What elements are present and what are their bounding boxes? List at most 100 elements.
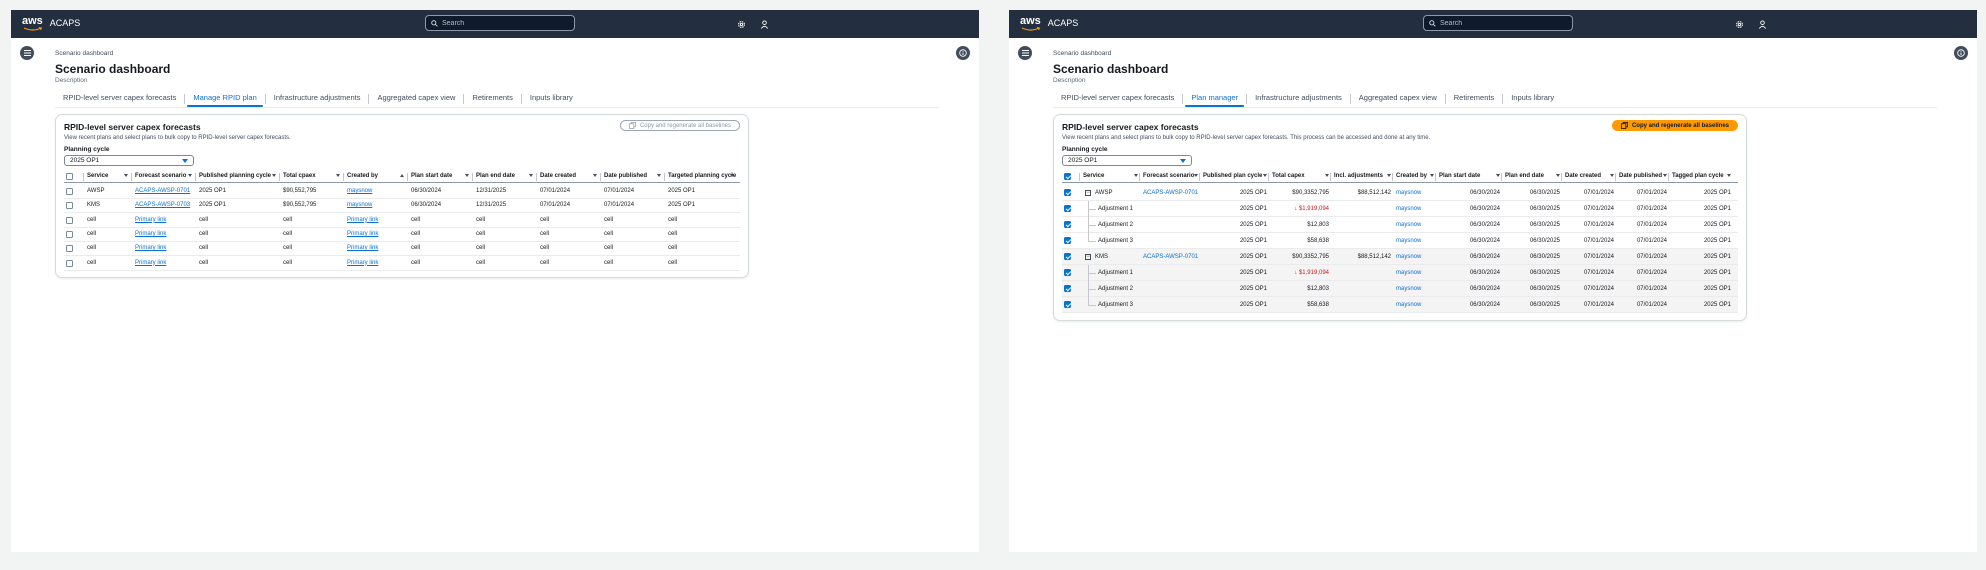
row-checkbox[interactable] — [66, 188, 73, 195]
column-header[interactable]: Tagged plan cycle — [1671, 173, 1735, 179]
menu-hamburger-icon[interactable] — [20, 46, 34, 60]
column-header[interactable]: Total capex — [1271, 173, 1333, 179]
sort-icon[interactable] — [272, 174, 276, 177]
sort-icon[interactable] — [1263, 174, 1267, 177]
column-header[interactable]: Forecast scenario — [1142, 173, 1202, 179]
column-header[interactable]: Created by — [346, 173, 410, 179]
row-checkbox[interactable] — [66, 216, 73, 224]
row-checkbox[interactable] — [66, 202, 73, 210]
row-checkbox[interactable] — [1064, 237, 1071, 244]
tab-2[interactable]: Infrastructure adjustments — [1247, 90, 1350, 107]
row-checkbox[interactable] — [1064, 301, 1071, 308]
table-cell-link[interactable]: maysnow — [1396, 254, 1421, 260]
row-checkbox[interactable] — [1064, 285, 1071, 292]
column-header[interactable]: Date created — [539, 173, 603, 179]
user-profile-icon[interactable] — [758, 18, 770, 30]
tab-2[interactable]: Infrastructure adjustments — [266, 90, 369, 107]
tab-3[interactable]: Aggregated capex view — [369, 90, 463, 107]
sort-icon[interactable] — [465, 174, 469, 177]
tab-5[interactable]: Inputs library — [1503, 90, 1562, 107]
info-icon[interactable] — [956, 46, 970, 60]
sort-icon[interactable] — [1556, 174, 1560, 177]
row-checkbox[interactable] — [1064, 269, 1071, 276]
column-header[interactable]: Published planning cycle — [198, 173, 282, 179]
planning-cycle-select[interactable]: 2025 OP1 — [64, 155, 194, 166]
sort-icon[interactable] — [529, 174, 533, 177]
sort-icon[interactable] — [1727, 174, 1731, 177]
sort-icon[interactable] — [336, 174, 340, 177]
sort-icon[interactable] — [1194, 174, 1198, 177]
sort-icon[interactable] — [1496, 174, 1500, 177]
column-header[interactable]: Service — [86, 173, 134, 179]
breadcrumb[interactable]: Scenario dashboard — [55, 50, 113, 57]
planning-cycle-select[interactable]: 2025 OP1 — [1062, 155, 1192, 166]
row-checkbox[interactable] — [66, 245, 73, 253]
select-all-checkbox[interactable] — [1064, 173, 1071, 180]
table-cell-link[interactable]: maysnow — [1396, 190, 1421, 196]
column-header[interactable]: Date published — [603, 173, 667, 179]
column-header[interactable]: Incl. adjustments — [1333, 173, 1395, 179]
table-cell-link[interactable]: Primary link — [347, 231, 378, 237]
column-header[interactable]: Published plan cycle — [1202, 173, 1271, 179]
sort-icon[interactable] — [1430, 174, 1434, 177]
sort-icon[interactable] — [1325, 174, 1329, 177]
tab-1[interactable]: Plan manager — [1183, 90, 1246, 107]
tab-4[interactable]: Retirements — [1446, 90, 1502, 107]
table-cell-link[interactable]: maysnow — [347, 202, 372, 208]
sort-icon[interactable] — [657, 174, 661, 177]
table-cell-link[interactable]: maysnow — [347, 188, 372, 194]
brand[interactable]: aws ACAPS — [1020, 15, 1078, 31]
sort-icon[interactable] — [1387, 174, 1391, 177]
sort-icon[interactable] — [1134, 174, 1138, 177]
column-header[interactable]: Plan start date — [1438, 173, 1504, 179]
search-box[interactable] — [425, 15, 575, 31]
search-input[interactable] — [1440, 19, 1560, 27]
column-header[interactable]: Created by — [1395, 173, 1438, 179]
column-header[interactable]: Plan end date — [1504, 173, 1564, 179]
sort-icon[interactable] — [1610, 174, 1614, 177]
row-checkbox[interactable] — [1064, 253, 1071, 260]
table-cell-link[interactable]: maysnow — [1396, 302, 1421, 308]
table-cell-link[interactable]: maysnow — [1396, 238, 1421, 244]
collapse-minus-icon[interactable]: − — [1085, 253, 1091, 260]
row-checkbox[interactable] — [1064, 221, 1071, 228]
table-cell-link[interactable]: ACAPS-AWSP-0701 — [1143, 190, 1198, 196]
copy-regenerate-button[interactable]: Copy and regenerate all baselines — [1611, 120, 1738, 131]
brand[interactable]: aws ACAPS — [22, 15, 80, 31]
copy-regenerate-button[interactable]: Copy and regenerate all baselines — [619, 120, 740, 131]
column-header[interactable]: Date created — [1564, 173, 1618, 179]
tab-1[interactable]: Manage RPID plan — [185, 90, 264, 107]
table-cell-link[interactable]: ACAPS-AWSP-0703 — [135, 202, 190, 208]
table-cell-link[interactable]: Primary link — [347, 217, 378, 223]
column-header[interactable]: Plan start date — [410, 173, 475, 179]
select-all-checkbox[interactable] — [66, 173, 73, 180]
table-cell-link[interactable]: Primary link — [135, 231, 166, 237]
table-cell-link[interactable]: ACAPS-AWSP-0701 — [135, 188, 190, 194]
table-cell-link[interactable]: Primary link — [347, 260, 378, 266]
sort-icon[interactable] — [124, 174, 128, 177]
tab-5[interactable]: Inputs library — [522, 90, 581, 107]
table-cell-link[interactable]: Primary link — [135, 260, 166, 266]
row-checkbox[interactable] — [1064, 205, 1071, 212]
sort-icon[interactable] — [188, 174, 192, 177]
tab-0[interactable]: RPID-level server capex forecasts — [1053, 90, 1182, 107]
column-header[interactable]: Targeted planning cycle — [667, 173, 740, 179]
column-header[interactable]: Total cpaex — [282, 173, 346, 179]
sort-ascending-icon[interactable] — [400, 174, 404, 177]
table-cell-link[interactable]: maysnow — [1396, 286, 1421, 292]
sort-icon[interactable] — [1663, 174, 1667, 177]
breadcrumb[interactable]: Scenario dashboard — [1053, 50, 1111, 57]
table-cell-link[interactable]: maysnow — [1396, 206, 1421, 212]
table-cell-link[interactable]: maysnow — [1396, 222, 1421, 228]
table-cell-link[interactable]: Primary link — [135, 217, 166, 223]
table-cell-link[interactable]: Primary link — [135, 245, 166, 251]
search-box[interactable] — [1423, 15, 1573, 31]
tab-0[interactable]: RPID-level server capex forecasts — [55, 90, 184, 107]
sort-icon[interactable] — [730, 174, 734, 177]
search-input[interactable] — [442, 19, 562, 27]
settings-gear-icon[interactable] — [1733, 18, 1745, 30]
column-header[interactable]: Forecast scenario — [134, 173, 198, 179]
row-checkbox[interactable] — [66, 259, 73, 267]
tab-3[interactable]: Aggregated capex view — [1351, 90, 1445, 107]
column-header[interactable]: Date published — [1618, 173, 1671, 179]
